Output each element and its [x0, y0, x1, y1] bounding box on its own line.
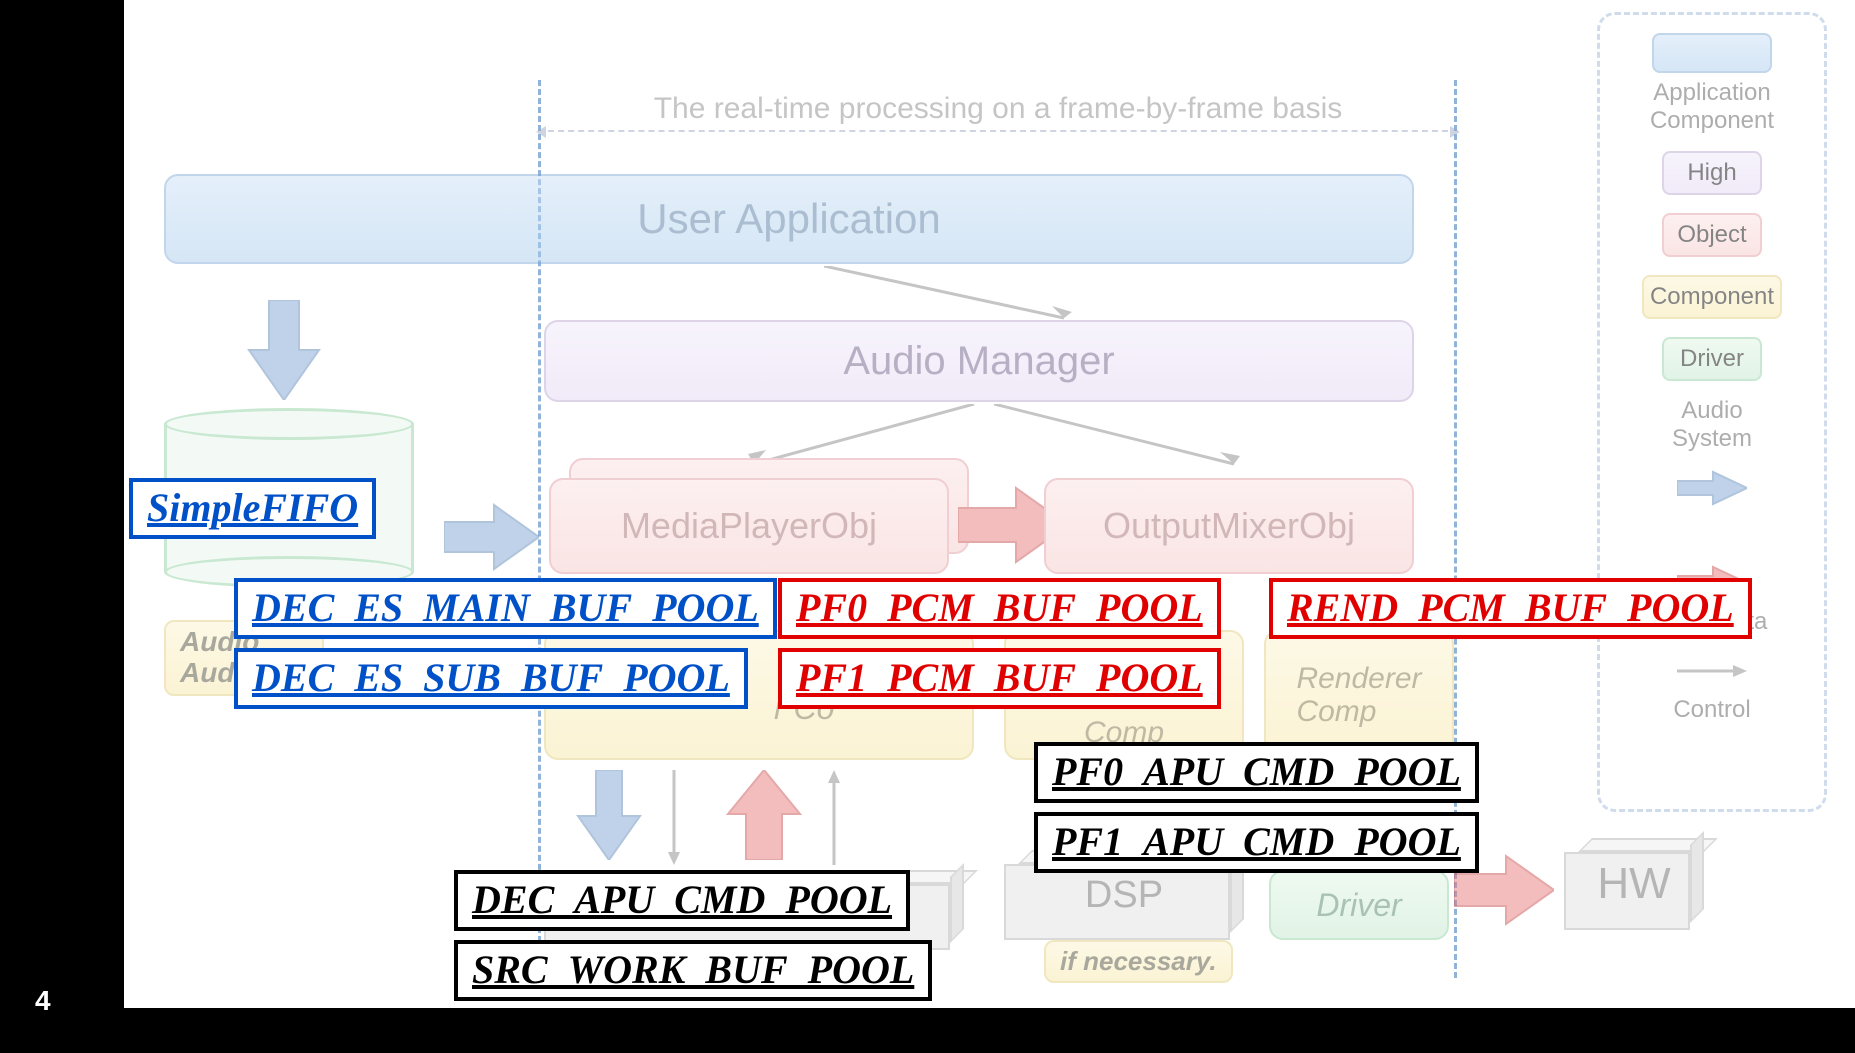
pool-rend-pcm: REND_PCM_BUF_POOL — [1269, 578, 1752, 639]
pool-dec-es-main: DEC_ES_MAIN_BUF_POOL — [234, 578, 777, 639]
overlay-layer: SimpleFIFO DEC_ES_MAIN_BUF_POOL DEC_ES_S… — [124, 0, 1855, 1008]
page-number: 4 — [35, 985, 51, 1017]
pool-dec-apu: DEC_APU_CMD_POOL — [454, 870, 910, 931]
pool-pf0-apu: PF0_APU_CMD_POOL — [1034, 742, 1479, 803]
pool-dec-es-sub: DEC_ES_SUB_BUF_POOL — [234, 648, 748, 709]
slide-canvas: The real-time processing on a frame-by-f… — [124, 0, 1855, 1008]
pool-pf1-apu: PF1_APU_CMD_POOL — [1034, 812, 1479, 873]
pool-pf0-pcm: PF0_PCM_BUF_POOL — [778, 578, 1221, 639]
pool-src-work: SRC_WORK_BUF_POOL — [454, 940, 932, 1001]
pool-pf1-pcm: PF1_PCM_BUF_POOL — [778, 648, 1221, 709]
pool-simple-fifo: SimpleFIFO — [129, 478, 376, 539]
